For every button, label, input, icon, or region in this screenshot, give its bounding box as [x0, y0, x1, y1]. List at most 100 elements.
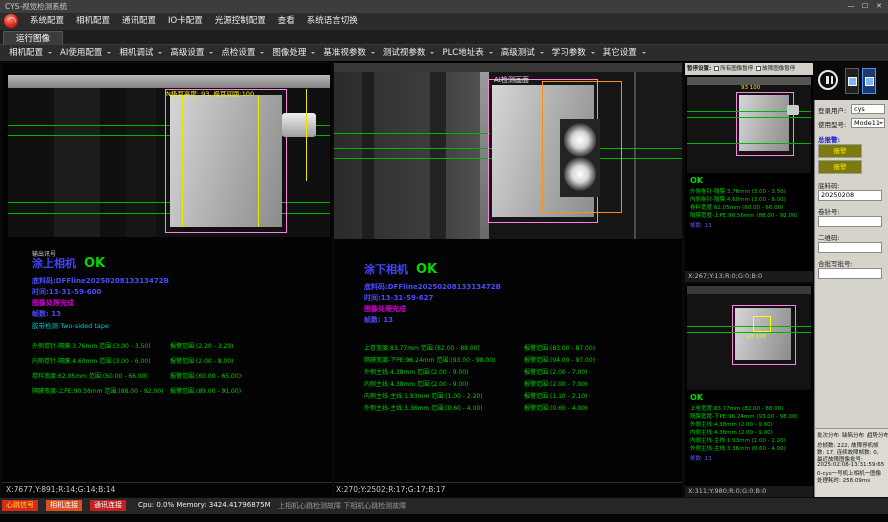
thumbnail-image[interactable]: 93 100: [687, 77, 811, 173]
machine-rail: [334, 63, 682, 72]
tool-camera-config[interactable]: 相机配置: [4, 45, 55, 62]
menu-light-config[interactable]: 光源控制配置: [209, 13, 272, 30]
ng-pause-label: 故障图像暂停: [762, 66, 795, 72]
toolbar: 相机配置 AI使用配置 相机调试 高级设置 点检设置 图像处理 基准视参数 测试…: [0, 45, 888, 62]
upper-camera-thumbnail: 93 100 OK 外侧卷针-隔膜:3.76mm (3.00 - 3.50) 内…: [685, 75, 813, 282]
window-title: CYS-视觉检测系统: [5, 2, 67, 11]
alarm-indicator-2: 报警: [818, 160, 862, 174]
thumb-measure-line: 卷料宽度:62.05mm (60.00 - 66.00): [690, 203, 783, 211]
thumb-measure-line: 外侧主线:4.38mm (2.00 - 9.00): [690, 420, 773, 428]
tool-spot-check[interactable]: 点检设置: [216, 45, 267, 62]
stats-tab-defect[interactable]: 缺陷分布: [842, 431, 864, 439]
image-view-button-1[interactable]: [845, 68, 859, 94]
thumb-result-ok: OK: [690, 176, 703, 185]
measurement-row: 隔膜宽度-上PE:90.56mm 范围:(88.00 - 92.00): [32, 386, 163, 395]
machine-rail: [8, 75, 330, 88]
alarm-range: 报警范围:(94.00 - 97.00): [524, 355, 595, 364]
comm-link-badge: 通讯连接: [90, 500, 126, 511]
upper-camera-panel: N极耳高度: 93, 极耳间距:100 输出讯号 涂上相机OK 底料码:DFFl…: [2, 63, 332, 497]
machine-column: [54, 88, 100, 237]
thumbnail-image[interactable]: 93 100: [687, 286, 811, 390]
write-batch-input[interactable]: [818, 268, 882, 279]
gripper-part: [282, 113, 316, 137]
alarm-range: 报警范围:(0.60 - 4.00): [524, 403, 587, 412]
menu-comm-config[interactable]: 通讯配置: [116, 13, 162, 30]
alarm-indicator-1: 报警: [818, 144, 862, 158]
qr-code-input[interactable]: [818, 242, 882, 253]
checkbox-ng-pause[interactable]: [756, 66, 761, 71]
menu-language-switch[interactable]: 系统语言切换: [301, 13, 364, 30]
barcode-text: 底料码:DFFline2025020813313472B: [32, 276, 169, 286]
lower-camera-panel: AI检测画面 涂下相机OK 底料码:DFFline202502081331347…: [334, 63, 682, 497]
measure-line-green: [687, 332, 811, 333]
camera-name: 涂下相机: [364, 263, 408, 276]
tool-learn-params[interactable]: 学习参数: [547, 45, 598, 62]
machine-column: [126, 88, 156, 237]
alarm-range: 报警范围:(60.00 - 65.00): [170, 371, 241, 380]
frame-count-label: 帧数:: [364, 316, 381, 324]
thumb-frame-count: 帧数: 13: [690, 221, 712, 229]
image-view-button-2[interactable]: [862, 68, 876, 94]
machine-rail: [687, 77, 811, 85]
pixel-status-readout: X:311;Y:980;R:0;G:0;B:0: [685, 486, 813, 497]
tool-advanced-settings[interactable]: 高级设置: [165, 45, 216, 62]
menu-system-config[interactable]: 系统配置: [24, 13, 70, 30]
thumb-measure-line: 外侧卷针-隔膜:3.76mm (3.00 - 3.50): [690, 187, 786, 195]
minimize-button[interactable]: —: [844, 0, 858, 13]
heartbeat-badge: 心跳信号: [2, 500, 38, 511]
thumb-measure-line: 上卷宽度:83.77mm (82.00 - 88.00): [690, 404, 783, 412]
camera-warning-text: 上相机心跳检测故障 下相机心跳检测故障: [278, 501, 406, 511]
pixel-status-readout: X:270;Y:2502;R:17;G:17;B:17: [336, 485, 445, 494]
tool-ai-config[interactable]: AI使用配置: [55, 45, 114, 62]
batch-code-label: 底料码:: [818, 180, 840, 190]
tool-test-params[interactable]: 测试视参数: [378, 45, 438, 62]
machine-rail: [687, 286, 811, 294]
measure-line-yellow: [306, 89, 307, 181]
maximize-button[interactable]: ☐: [858, 0, 872, 13]
checkbox-all-pause[interactable]: [714, 66, 719, 71]
pause-button[interactable]: [818, 70, 838, 90]
measure-line-yellow: [258, 95, 259, 227]
total-alarm-label: 总报警:: [818, 134, 840, 144]
needle-number-input[interactable]: [818, 216, 882, 227]
tab-run-image[interactable]: 运行图像: [3, 31, 63, 45]
tool-other-settings[interactable]: 其它设置: [598, 45, 649, 62]
thumb-measure-line: 内侧主线-主线:1.93mm (1.00 - 2.20): [690, 436, 786, 444]
menu-camera-config[interactable]: 相机配置: [70, 13, 116, 30]
model-select[interactable]: Mode11: [851, 118, 885, 128]
tool-plc-address[interactable]: PLC地址表: [437, 45, 495, 62]
batch-code-value[interactable]: 20250208: [818, 190, 882, 201]
tool-baseline-params[interactable]: 基准视参数: [318, 45, 378, 62]
process-done-text: 图像处理完成: [364, 304, 406, 314]
stats-tab-batch[interactable]: 批次分布: [817, 431, 839, 439]
measurement-row: 外侧主线:4.38mm 范围:(2.00 - 9.00): [364, 367, 468, 376]
tool-camera-debug[interactable]: 相机调试: [114, 45, 165, 62]
login-user-value[interactable]: cys: [851, 104, 885, 114]
menu-io-config[interactable]: IO卡配置: [162, 13, 209, 30]
stats-tab-trend[interactable]: 趋势分布: [867, 431, 888, 439]
tool-image-process[interactable]: 图像处理: [267, 45, 318, 62]
measure-line-green: [687, 117, 811, 118]
title-bar: CYS-视觉检测系统 — ☐ ✕: [0, 0, 888, 13]
pause-settings-bar: 暂停设置:所有图像暂停故障图像暂停: [685, 63, 813, 75]
lower-camera-image[interactable]: AI检测画面: [334, 63, 682, 239]
picture-icon: [848, 77, 857, 86]
tool-advanced-test[interactable]: 高级测试: [496, 45, 547, 62]
measure-line-yellow: [182, 95, 183, 227]
machine-slat: [362, 72, 374, 239]
app-logo-icon: [4, 14, 18, 28]
pause-settings-label: 暂停设置:: [687, 66, 711, 72]
thumb-measure-line: 隔膜宽度-下PE:96.24mm (93.00 - 98.00): [690, 412, 798, 420]
thumb-measure-line: 内侧卷针-隔膜:4.60mm (3.00 - 6.00): [690, 195, 786, 203]
close-button[interactable]: ✕: [872, 0, 886, 13]
upper-camera-image[interactable]: N极耳高度: 93, 极耳间距:100: [8, 75, 330, 237]
menu-view[interactable]: 查看: [272, 13, 301, 30]
alarm-range: 报警范围:(89.00 - 91.00): [170, 386, 241, 395]
result-ok-text: OK: [416, 262, 437, 277]
picture-icon: [865, 77, 874, 86]
overlay-measurement-text: 93 100: [741, 85, 760, 91]
alarm-range: 报警范围:(2.00 - 8.00): [170, 356, 233, 365]
camera-link-badge: 相机连接: [46, 500, 82, 511]
roi-rect-pink: [165, 89, 287, 233]
alarm-range: 报警范围:(2.20 - 3.20): [170, 341, 233, 350]
